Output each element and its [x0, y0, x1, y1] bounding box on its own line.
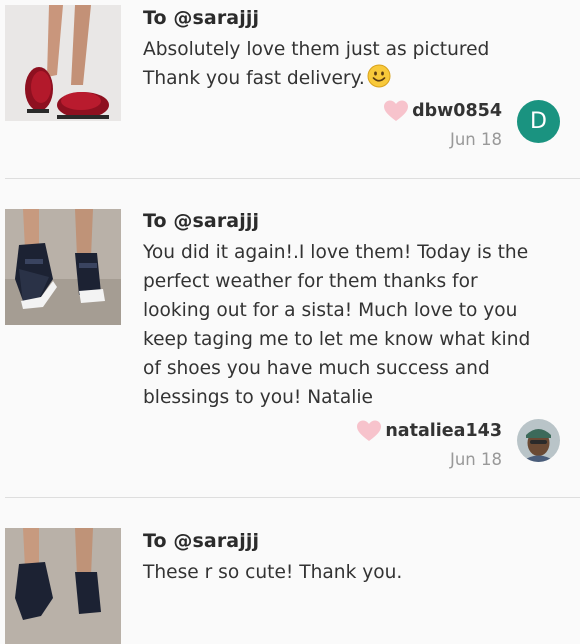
avatar[interactable]: D — [517, 100, 560, 143]
black-sneakers-image — [5, 209, 121, 325]
reviewer-username[interactable]: dbw0854 — [412, 101, 502, 121]
product-thumbnail[interactable] — [5, 5, 121, 121]
user-photo-avatar-icon — [517, 419, 560, 462]
divider — [5, 178, 580, 179]
review-text: These r so cute! Thank you. — [143, 562, 403, 583]
review-text: Absolutely love them just as pictured Th… — [143, 35, 560, 97]
divider — [5, 497, 580, 498]
product-thumbnail[interactable] — [5, 209, 121, 325]
review-recipient: To @sarajjj — [143, 530, 260, 552]
heart-icon[interactable] — [357, 420, 382, 442]
reviewer-username[interactable]: nataliea143 — [385, 421, 502, 441]
review-text: You did it again!.I love them! Today is … — [143, 242, 531, 408]
red-fur-slides-image — [5, 5, 121, 121]
heart-icon[interactable] — [384, 100, 409, 122]
avatar[interactable] — [517, 419, 560, 462]
review-meta: nataliea143 Jun 18 — [357, 419, 502, 469]
review-meta: dbw0854 Jun 18 — [384, 99, 502, 149]
avatar-letter: D — [530, 109, 547, 134]
review-date: Jun 18 — [449, 130, 502, 149]
smiley-emoji-icon — [367, 64, 391, 97]
product-thumbnail[interactable] — [5, 528, 121, 644]
review-recipient: To @sarajjj — [143, 7, 260, 29]
black-sneakers-image — [5, 528, 121, 644]
review-date: Jun 18 — [449, 450, 502, 469]
review-recipient: To @sarajjj — [143, 210, 260, 232]
